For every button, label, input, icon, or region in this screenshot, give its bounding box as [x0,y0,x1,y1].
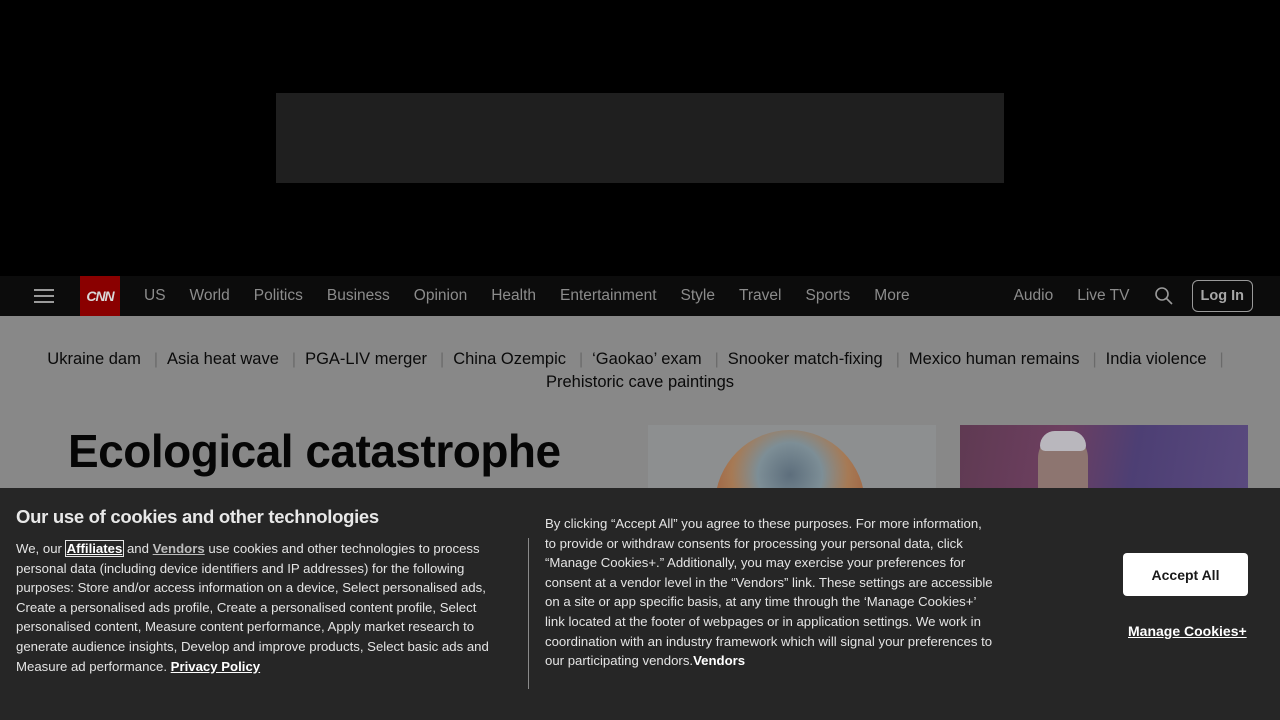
cookie-banner: Our use of cookies and other technologie… [0,488,1280,720]
privacy-policy-link[interactable]: Privacy Policy [171,659,260,674]
cookie-consent-info: By clicking “Accept All” you agree to th… [545,514,995,671]
site-header: CNN US World Politics Business Opinion H… [0,276,1280,316]
nav-sports[interactable]: Sports [805,287,850,305]
cnn-logo[interactable]: CNN [80,276,120,316]
consent-text: By clicking “Accept All” you agree to th… [545,516,993,669]
nav-audio[interactable]: Audio [1014,287,1054,305]
nav-us[interactable]: US [144,287,166,305]
trending-link[interactable]: Snooker match-fixing [728,350,883,368]
nav-world[interactable]: World [190,287,230,305]
trending-link[interactable]: Mexico human remains [909,350,1080,368]
nav-live-tv[interactable]: Live TV [1077,287,1129,305]
nav-right: Audio Live TV Log In [1014,276,1253,316]
nav-opinion[interactable]: Opinion [414,287,467,305]
ad-region [0,0,1280,276]
manage-cookies-link[interactable]: Manage Cookies+ [1128,623,1247,639]
vendors-inline-link[interactable]: Vendors [693,653,745,668]
trending-link[interactable]: Asia heat wave [167,350,279,368]
cookie-description: We, our Affiliates and Vendors use cooki… [16,539,516,676]
login-button[interactable]: Log In [1191,280,1253,312]
cookie-text: and [123,541,153,556]
nav-business[interactable]: Business [327,287,390,305]
ad-placeholder[interactable] [276,93,1004,183]
main-nav: US World Politics Business Opinion Healt… [144,276,934,316]
vendors-link[interactable]: Vendors [153,541,205,556]
cookie-text: use cookies and other technologies to pr… [16,541,489,674]
nav-politics[interactable]: Politics [254,287,303,305]
nav-travel[interactable]: Travel [739,287,782,305]
nav-style[interactable]: Style [681,287,715,305]
trending-link[interactable]: PGA-LIV merger [305,350,427,368]
trending-link[interactable]: Ukraine dam [47,350,141,368]
cookie-title: Our use of cookies and other technologie… [16,506,379,527]
affiliates-link[interactable]: Affiliates [64,540,125,557]
trending-link[interactable]: Prehistoric cave paintings [546,373,734,391]
nav-more[interactable]: More [874,287,909,305]
trending-bar: Ukraine dam | Asia heat wave | PGA-LIV merge… [47,350,1224,391]
menu-icon[interactable] [34,286,54,306]
person-hair [1040,431,1086,451]
nav-health[interactable]: Health [491,287,536,305]
nav-entertainment[interactable]: Entertainment [560,287,657,305]
search-icon[interactable] [1154,286,1174,306]
trending-link[interactable]: India violence [1106,350,1207,368]
accept-all-button[interactable]: Accept All [1123,553,1248,596]
trending-link[interactable]: ‘Gaokao’ exam [592,350,701,368]
logo-text: CNN [86,288,114,304]
trending-link[interactable]: China Ozempic [453,350,566,368]
lead-headline[interactable]: Ecological catastrophe [68,424,561,478]
cookie-text: We, our [16,541,66,556]
divider [528,538,529,689]
